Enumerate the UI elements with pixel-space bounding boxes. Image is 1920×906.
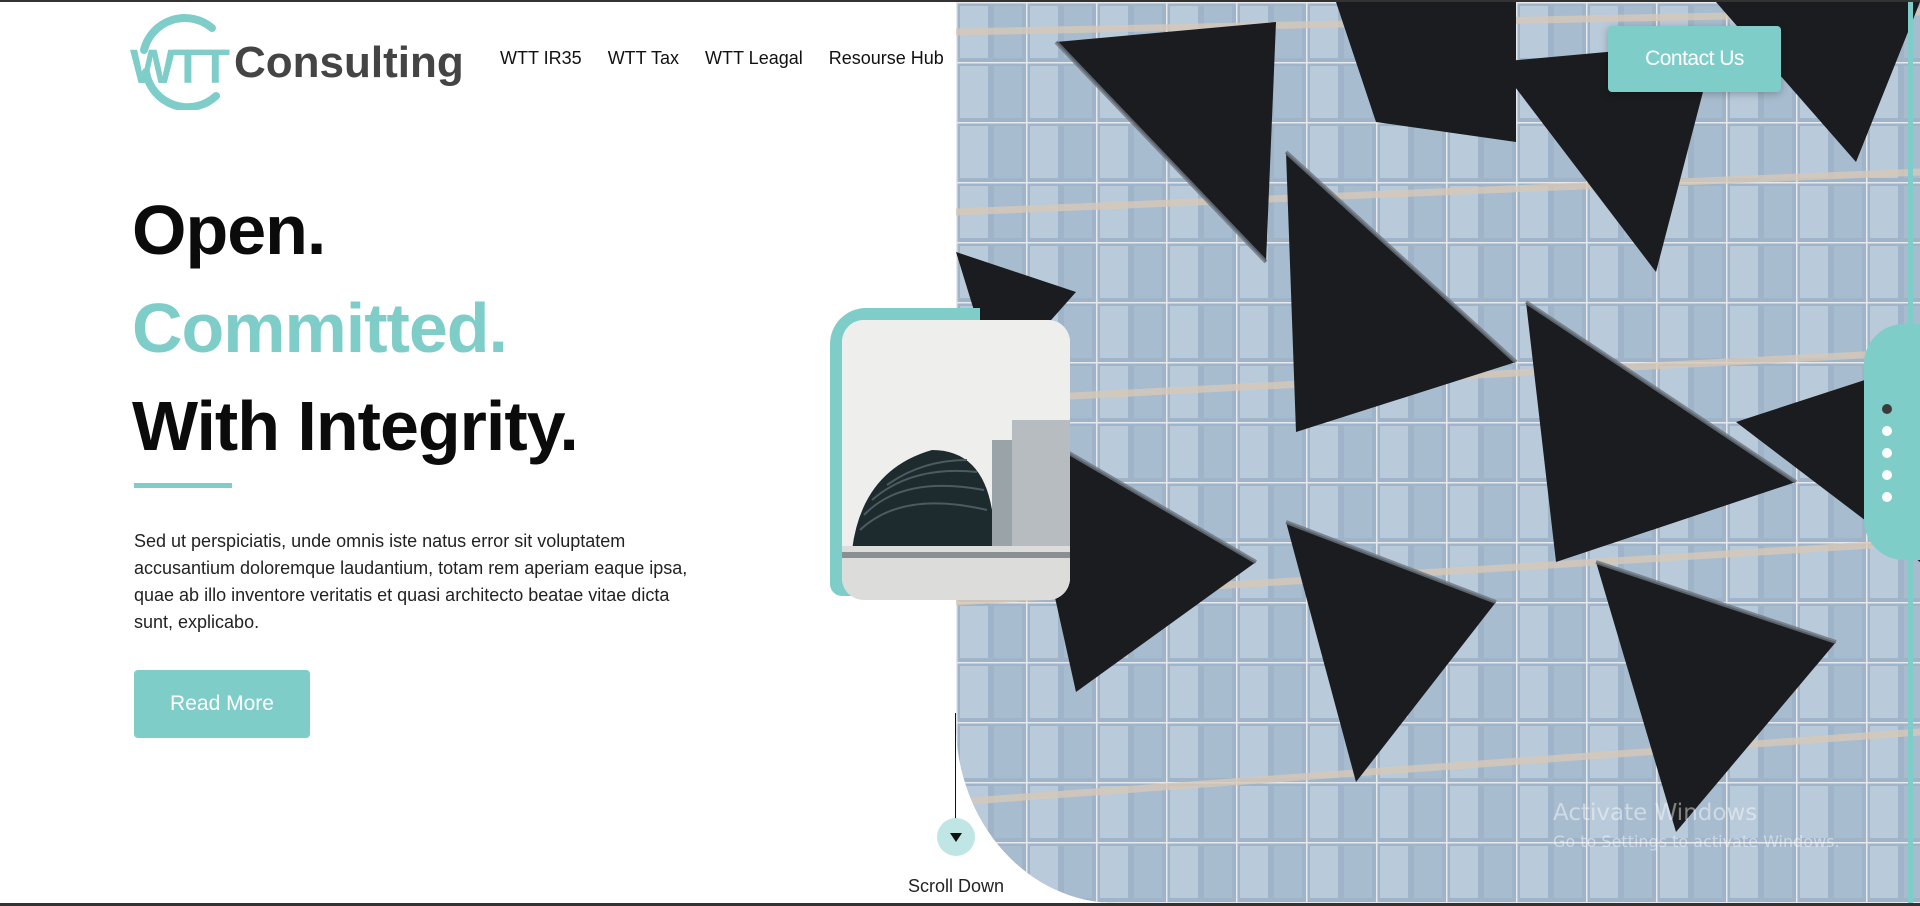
arrow-down-icon xyxy=(950,833,962,842)
main-nav: WTT IR35 WTT Tax WTT Leagal Resourse Hub xyxy=(500,48,944,69)
watermark-title: Activate Windows xyxy=(1553,800,1758,826)
nav-item-resource-hub[interactable]: Resourse Hub xyxy=(829,48,944,69)
brand-name: Consulting xyxy=(234,38,464,87)
activate-windows-watermark: Activate Windows Go to Settings to activ… xyxy=(1553,800,1840,851)
hero-description: Sed ut perspiciatis, unde omnis iste nat… xyxy=(134,531,688,632)
logo-mark-text: WTT xyxy=(130,41,230,94)
watermark-subtitle: Go to Settings to activate Windows. xyxy=(1553,832,1840,851)
slide-pager xyxy=(1864,324,1920,560)
heading-accent-divider xyxy=(134,483,232,488)
scroll-down-label: Scroll Down xyxy=(907,876,1005,896)
slide-dot-1[interactable] xyxy=(1882,404,1892,414)
contact-us-button[interactable]: Contact Us xyxy=(1608,26,1781,92)
hero-heading-line-2: Committed. xyxy=(132,289,508,367)
nav-item-wtt-tax[interactable]: WTT Tax xyxy=(608,48,679,69)
city-hall-illustration xyxy=(842,320,1070,600)
city-hall-thumbnail-image xyxy=(842,320,1070,600)
building-facade-illustration xyxy=(956,2,1920,903)
slide-dot-4[interactable] xyxy=(1882,470,1892,480)
brand-logo[interactable]: WTT Consulting xyxy=(130,10,464,110)
hero-building-image xyxy=(956,2,1920,903)
nav-item-wtt-ir35[interactable]: WTT IR35 xyxy=(500,48,582,69)
slide-dot-5[interactable] xyxy=(1882,492,1892,502)
hero-heading-line-1: Open. xyxy=(132,191,326,269)
hero-heading-line-3: With Integrity. xyxy=(132,387,579,465)
read-more-button[interactable]: Read More xyxy=(134,670,310,738)
slide-dot-3[interactable] xyxy=(1882,448,1892,458)
nav-item-wtt-legal[interactable]: WTT Leagal xyxy=(705,48,803,69)
slide-dot-2[interactable] xyxy=(1882,426,1892,436)
slide-pager-dots xyxy=(1882,404,1892,502)
